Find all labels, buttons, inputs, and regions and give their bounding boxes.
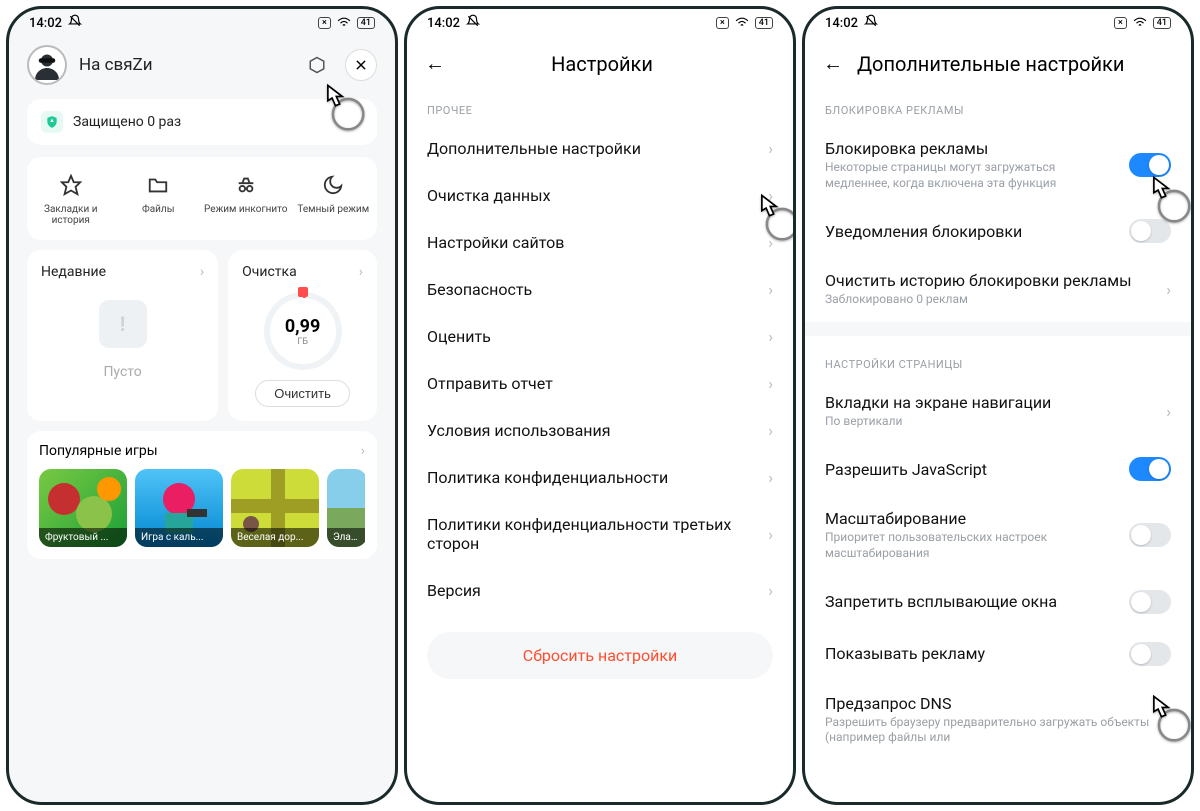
row-clear-data[interactable]: Очистка данных› [407,172,793,219]
empty-label: Пусто [41,364,204,380]
battery-icon: 41 [357,17,375,29]
row-site-settings[interactable]: Настройки сайтов› [407,219,793,266]
page-title: Настройки [459,52,775,76]
empty-icon: ! [99,300,147,348]
wifi-icon [1133,16,1147,31]
chevron-right-icon: › [768,233,773,252]
chevron-right-icon: › [768,186,773,205]
section-other: ПРОЧЕЕ [407,82,793,125]
tile-dark-mode[interactable]: Темный режим [290,167,378,230]
game-item[interactable]: Игра с каль... [135,469,223,547]
chevron-right-icon: › [200,264,204,280]
section-page-settings: НАСТРОЙКИ СТРАНИЦЫ [805,336,1191,379]
shield-icon [41,111,63,133]
x-icon: × [1114,17,1127,29]
recent-card[interactable]: Недавние › ! Пусто [27,250,218,421]
toggle-block-notifications[interactable] [1129,219,1171,243]
storage-value: 0,99 [285,316,320,337]
tile-incognito[interactable]: Режим инкогнито [202,167,290,230]
avatar[interactable] [27,45,67,85]
reset-settings-button[interactable]: Сбросить настройки [427,632,773,679]
toggle-adblock[interactable] [1129,153,1171,177]
toggle-zoom[interactable] [1129,523,1171,547]
section-adblock: БЛОКИРОВКА РЕКЛАМЫ [805,82,1191,125]
moon-icon [319,171,347,199]
status-bar: 14:02 × 41 [9,9,395,37]
row-send-report[interactable]: Отправить отчет› [407,360,793,407]
games-card: Популярные игры › Фруктовый ... Игра с к… [27,431,377,559]
row-clear-adblock-history[interactable]: Очистить историю блокировки рекламыЗабло… [805,257,1191,322]
page-title: Дополнительные настройки [857,52,1173,76]
chevron-right-icon[interactable]: › [359,264,363,280]
row-additional-settings[interactable]: Дополнительные настройки› [407,125,793,172]
status-time: 14:02 [29,16,62,31]
game-item[interactable]: Элас... [327,469,365,547]
row-zoom[interactable]: МасштабированиеПриоритет пользовательски… [805,495,1191,575]
chevron-right-icon: › [768,525,773,544]
game-item[interactable]: Фруктовый ... [39,469,127,547]
storage-unit: ГБ [285,337,320,347]
row-version[interactable]: Версия› [407,567,793,614]
row-show-ads[interactable]: Показывать рекламу [805,628,1191,680]
clean-button[interactable]: Очистить [255,380,350,407]
close-button[interactable] [345,49,377,81]
tile-bookmarks[interactable]: Закладки и история [27,167,115,230]
status-bar: 14:02 × 41 [407,9,793,37]
wifi-icon [337,16,351,31]
row-rate[interactable]: Оценить› [407,313,793,360]
games-title: Популярные игры [39,443,158,459]
row-adblock[interactable]: Блокировка рекламыНекоторые страницы мог… [805,125,1191,205]
phone-screen-3: 14:02 × 41 ← Дополнительные настройки БЛ… [802,6,1194,805]
alarm-off-icon [466,14,480,32]
row-security[interactable]: Безопасность› [407,266,793,313]
row-javascript[interactable]: Разрешить JavaScript [805,443,1191,495]
row-dns-prefetch[interactable]: Предзапрос DNSРазрешить браузеру предвар… [805,680,1191,760]
recent-title: Недавние [41,264,106,280]
clean-title: Очистка [242,264,297,280]
back-button[interactable]: ← [823,51,843,76]
profile-header: На свяZи [9,37,395,93]
toggle-block-popups[interactable] [1129,590,1171,614]
wifi-icon [735,16,749,31]
row-nav-tabs[interactable]: Вкладки на экране навигацииПо вертикали … [805,379,1191,444]
back-button[interactable]: ← [425,51,445,76]
status-bar: 14:02 × 41 [805,9,1191,37]
row-block-popups[interactable]: Запретить всплывающие окна [805,576,1191,628]
chevron-right-icon: › [768,468,773,487]
protection-chip[interactable]: Защищено 0 раз [27,99,377,145]
chevron-right-icon: › [768,327,773,346]
star-icon [57,171,85,199]
game-item[interactable]: Веселая дор... [231,469,319,547]
row-block-notifications[interactable]: Уведомления блокировки [805,205,1191,257]
alarm-off-icon [68,14,82,32]
protection-text: Защищено 0 раз [73,114,181,130]
toggle-show-ads[interactable] [1129,642,1171,666]
chevron-right-icon: › [768,139,773,158]
row-terms[interactable]: Условия использования› [407,407,793,454]
row-privacy[interactable]: Политика конфиденциальности› [407,454,793,501]
chevron-right-icon[interactable]: › [361,443,365,459]
phone-screen-2: 14:02 × 41 ← Настройки ПРОЧЕЕ Дополнител… [404,6,796,805]
quick-tiles: Закладки и история Файлы Режим инкогнито… [27,157,377,240]
folder-icon [144,171,172,199]
chevron-right-icon: › [768,280,773,299]
storage-gauge: 0,99 ГБ [264,292,342,370]
row-third-party-privacy[interactable]: Политики конфиденциальности третьих стор… [407,501,793,567]
tile-files[interactable]: Файлы [115,167,203,230]
chevron-right-icon: › [768,421,773,440]
chevron-right-icon: › [1166,280,1171,299]
x-icon: × [318,17,331,29]
chevron-right-icon: › [768,374,773,393]
x-icon: × [716,17,729,29]
clean-card: Очистка › 0,99 ГБ Очистить [228,250,377,421]
chevron-right-icon: › [768,581,773,600]
chevron-right-icon: › [1166,402,1171,421]
alarm-off-icon [864,14,878,32]
username: На свяZи [79,55,289,75]
incognito-icon [232,171,260,199]
phone-screen-1: 14:02 × 41 На свяZи Защищено 0 раз [6,6,398,805]
hex-icon[interactable] [301,49,333,81]
toggle-javascript[interactable] [1129,457,1171,481]
